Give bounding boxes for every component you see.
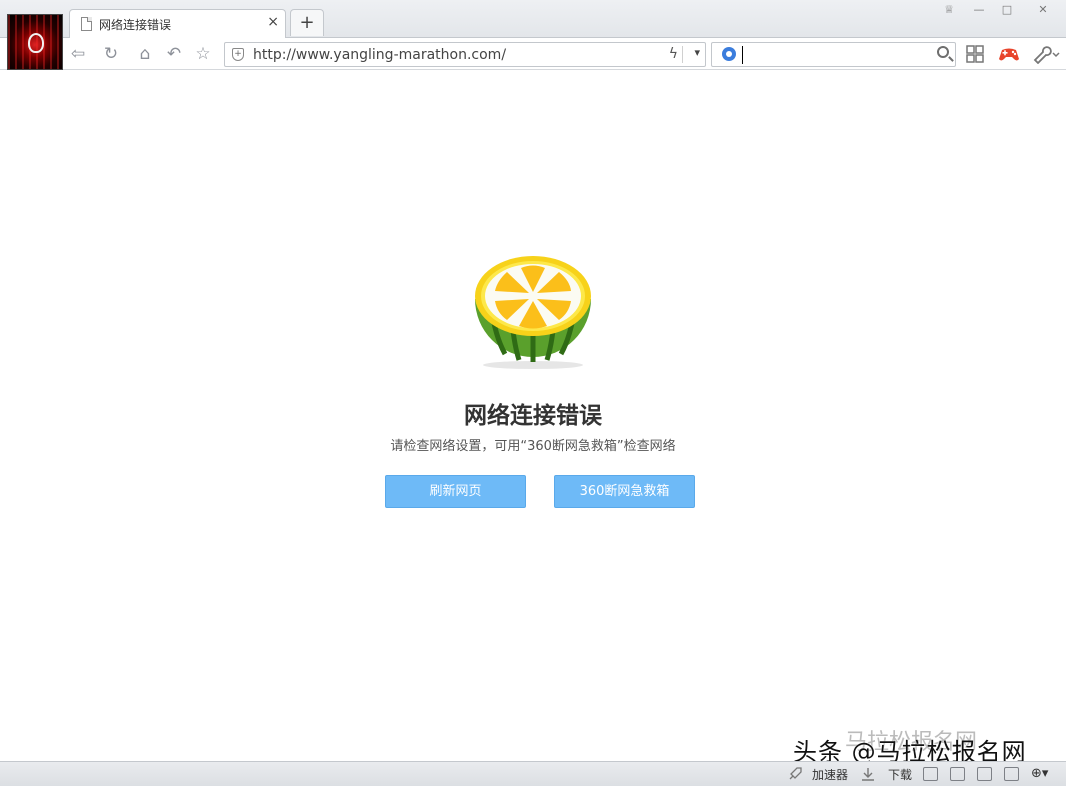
rocket-icon[interactable] [787, 766, 803, 782]
first-aid-icon[interactable] [923, 767, 938, 781]
tab-active[interactable]: 网络连接错误 × [69, 9, 286, 38]
club-emblem-icon [28, 33, 44, 53]
new-tab-button[interactable]: + [290, 9, 324, 36]
download-icon[interactable] [860, 766, 876, 782]
home-button[interactable]: ⌂ [134, 43, 156, 65]
tab-close-button[interactable]: × [267, 14, 279, 30]
refresh-page-button[interactable]: 刷新网页 [385, 475, 526, 508]
tab-strip: ♕ — □ ✕ 网络连接错误 × + [0, 0, 1066, 38]
skin-icon[interactable]: ♕ [934, 0, 964, 20]
search-input[interactable] [744, 45, 924, 65]
tab-title: 网络连接错误 [99, 18, 172, 32]
minimize-button[interactable]: — [964, 0, 994, 20]
volume-icon[interactable] [977, 767, 992, 781]
error-title: 网络连接错误 [464, 403, 602, 429]
address-bar: + ϟ ▾ [224, 42, 706, 67]
trash-icon[interactable] [950, 767, 965, 781]
security-shield-icon[interactable]: + [232, 48, 244, 61]
error-description: 请检查网络设置，可用“360断网急救箱”检查网络 [390, 439, 676, 454]
back-button[interactable]: ⇦ [67, 43, 89, 65]
history-dropdown-icon[interactable]: ▾ [694, 46, 700, 59]
refresh-button[interactable]: ↻ [100, 43, 122, 65]
search-engine-icon[interactable] [722, 47, 736, 61]
favorite-button[interactable]: ☆ [192, 43, 214, 65]
watermelon-mascot-icon [475, 256, 591, 369]
zoom-icon[interactable]: ⊕▾ [1031, 766, 1048, 781]
undo-close-button[interactable]: ↶ [163, 43, 185, 65]
user-avatar[interactable] [7, 14, 63, 70]
accelerator-label[interactable]: 加速器 [812, 766, 848, 783]
page-icon [81, 17, 92, 31]
status-bar: 加速器 下载 ⊕▾ [0, 761, 1066, 786]
apps-grid-icon[interactable] [965, 44, 985, 64]
address-separator [682, 46, 683, 63]
error-page: 网络连接错误 请检查网络设置，可用“360断网急救箱”检查网络 刷新网页 360… [0, 71, 1066, 761]
nav-toolbar: ⇦ ↻ ⌂ ↶ ☆ + ϟ ▾ [0, 37, 1066, 70]
maximize-button[interactable]: □ [992, 0, 1022, 20]
tools-wrench-icon[interactable] [1032, 44, 1060, 64]
browser-window: ♕ — □ ✕ 网络连接错误 × + ⇦ ↻ ⌂ ↶ ☆ + ϟ ▾ [0, 0, 1066, 786]
game-controller-icon[interactable] [998, 44, 1020, 64]
download-label[interactable]: 下载 [888, 766, 912, 783]
speed-mode-icon[interactable]: ϟ [669, 46, 678, 62]
search-box [711, 42, 956, 67]
close-window-button[interactable]: ✕ [1028, 0, 1058, 20]
search-icon[interactable] [937, 46, 949, 58]
text-cursor [742, 46, 743, 64]
url-input[interactable] [253, 45, 663, 65]
screen-icon[interactable] [1004, 767, 1019, 781]
network-firstaid-button[interactable]: 360断网急救箱 [554, 475, 695, 508]
